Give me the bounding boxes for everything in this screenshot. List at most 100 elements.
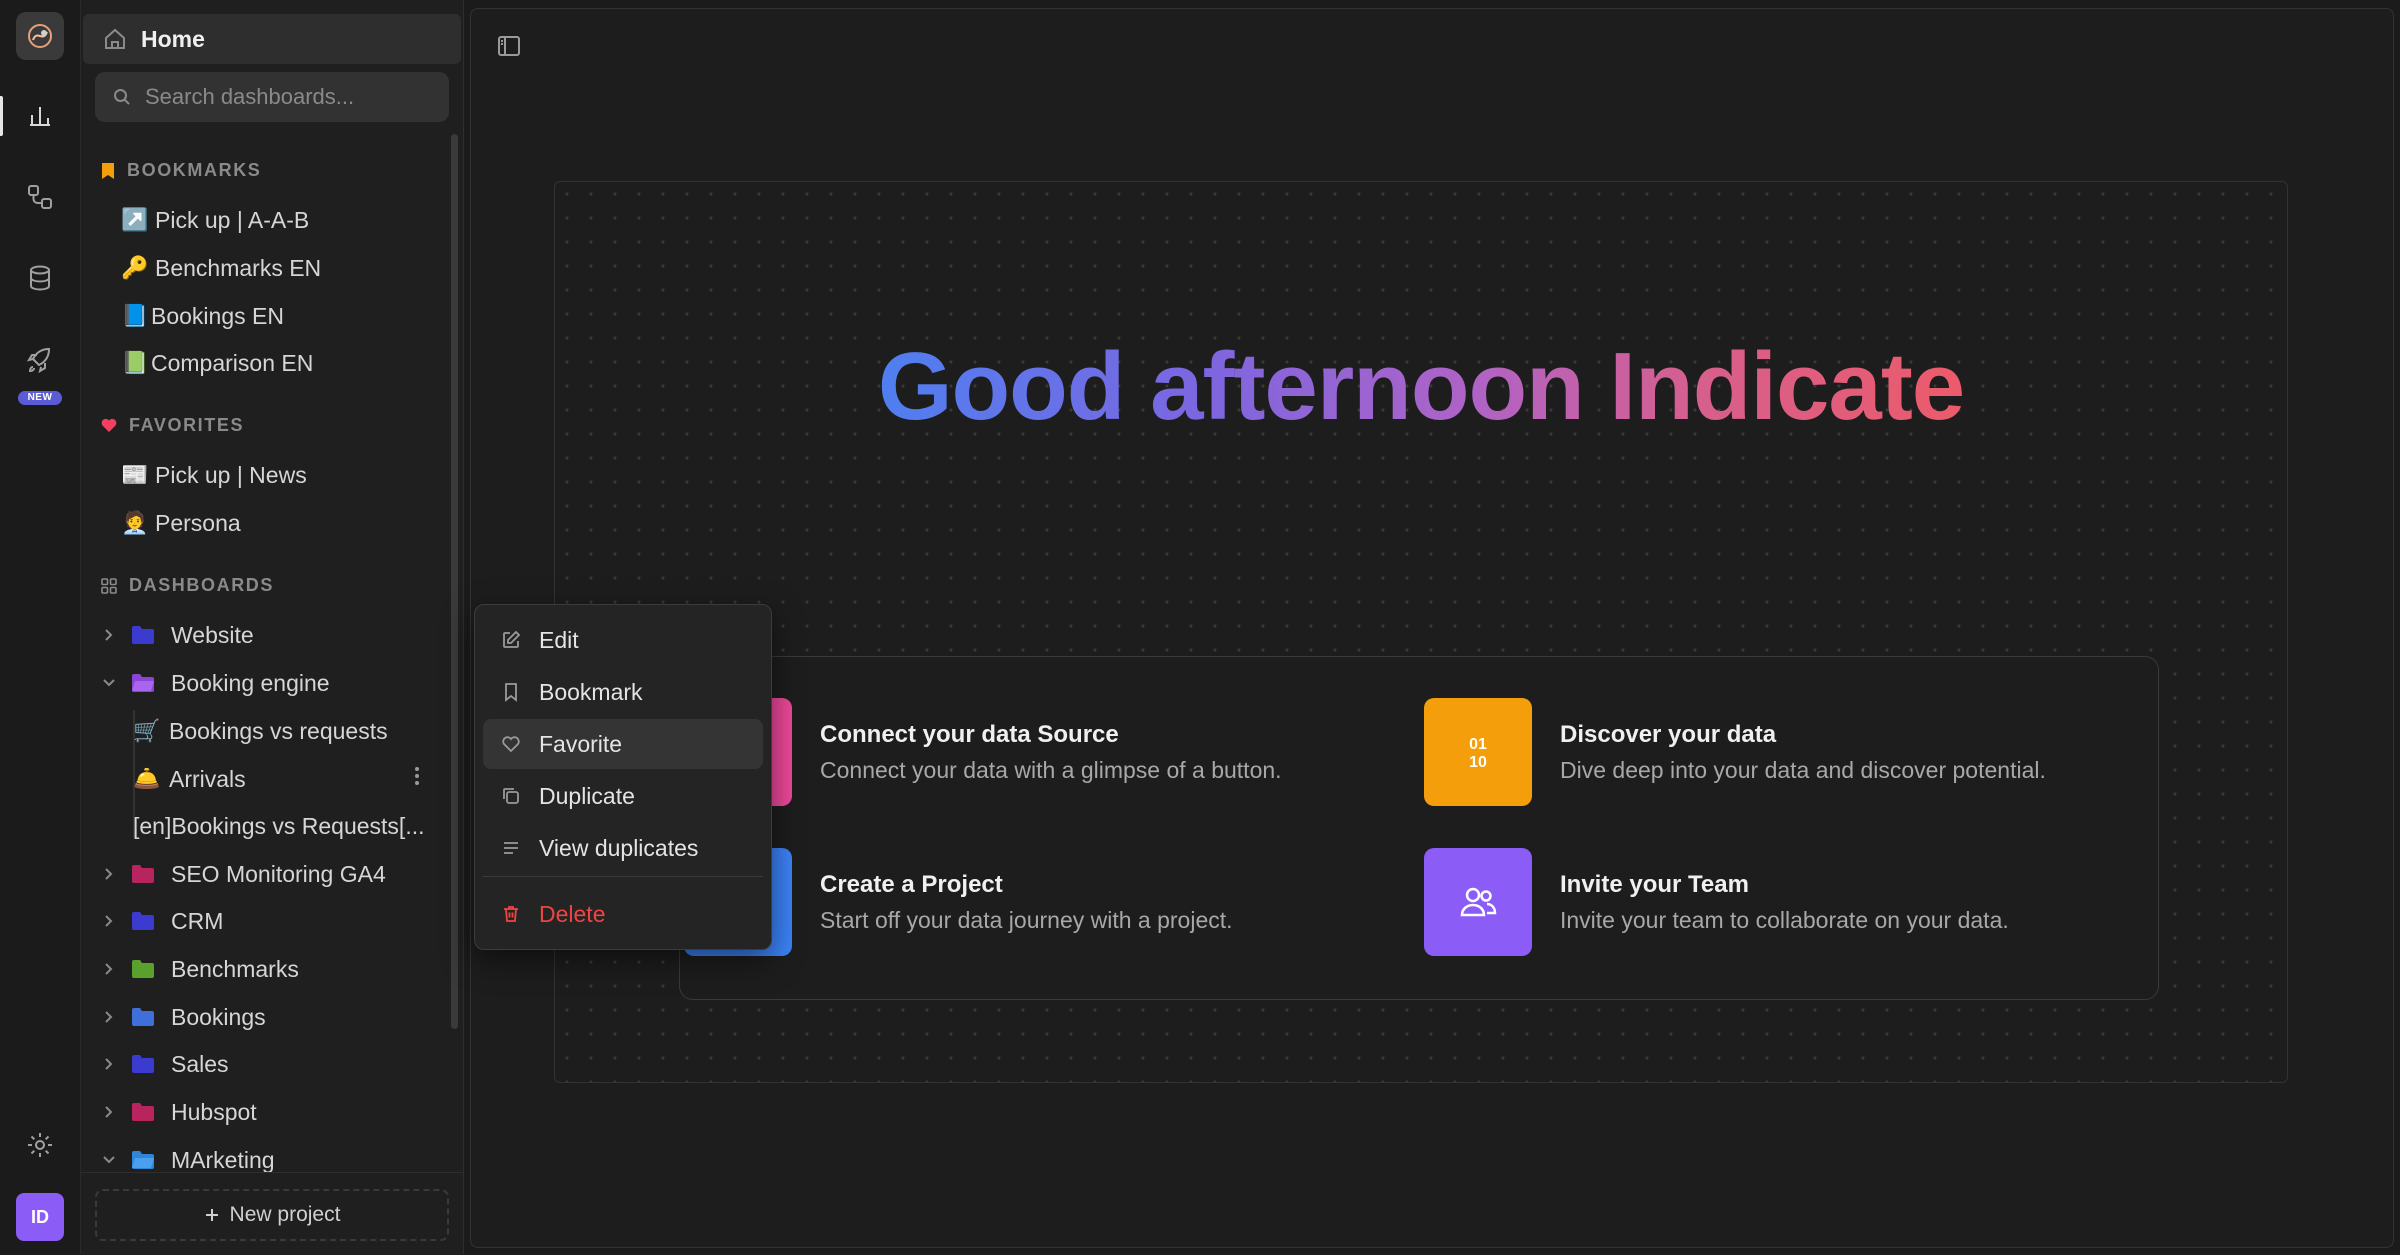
menu-item-duplicate[interactable]: Duplicate (483, 771, 763, 821)
search-icon (113, 88, 131, 106)
duplicate-icon (501, 786, 521, 806)
quick-actions: Connect your data Source Connect your da… (679, 656, 2159, 1000)
context-menu: Edit Bookmark Favorite Duplicate View du… (474, 604, 772, 950)
folder-icon (131, 1007, 155, 1027)
heart-icon (101, 418, 117, 433)
dashboard-item[interactable]: 🛒 Bookings vs requests (53, 711, 388, 751)
emoji-icon: 🛒 (133, 718, 161, 743)
folder-seo-monitoring[interactable]: SEO Monitoring GA4 (99, 854, 386, 894)
card-title: Connect your data Source (820, 720, 1119, 748)
card-title: Discover your data (1560, 720, 1777, 748)
folder-benchmarks[interactable]: Benchmarks (99, 949, 299, 989)
favorites-header: FAVORITES (101, 415, 244, 436)
bookmark-item[interactable]: 📘 Bookings EN (121, 296, 284, 336)
logo-icon[interactable] (16, 12, 64, 60)
sidebar: Home BOOKMARKS ↗️Pick up | A-A-B 🔑Benchm… (81, 0, 464, 1255)
sidebar-item-home[interactable]: Home (83, 14, 461, 64)
bookmark-icon (101, 162, 115, 180)
folder-bookings[interactable]: Bookings (99, 997, 266, 1037)
folder-open-icon (131, 1150, 155, 1170)
emoji-icon: 🔑 (121, 255, 149, 280)
card-description: Invite your team to collaborate on your … (1560, 906, 2009, 933)
menu-item-edit[interactable]: Edit (483, 615, 763, 665)
welcome-panel: Good afternoon Indicate Connect your dat… (554, 181, 2288, 1083)
plus-icon (204, 1207, 220, 1223)
favorite-item[interactable]: 📰 Pick up | News (121, 455, 307, 495)
search-input[interactable] (143, 83, 437, 111)
menu-item-favorite[interactable]: Favorite (483, 719, 763, 769)
card-title: Create a Project (820, 870, 1003, 898)
card-description: Start off your data journey with a proje… (820, 906, 1233, 933)
dashboard-item[interactable]: 🛎️ Arrivals (53, 759, 246, 799)
bookmark-item[interactable]: ↗️ Pick up | A-A-B (121, 200, 309, 240)
database-icon[interactable] (16, 254, 64, 302)
chevron-down-icon[interactable] (99, 678, 119, 688)
home-icon (103, 27, 127, 51)
card-title: Invite your Team (1560, 870, 1749, 898)
greeting-heading: Good afternoon Indicate (877, 333, 1965, 440)
folder-crm[interactable]: CRM (99, 901, 223, 941)
heart-icon (501, 734, 521, 754)
gear-icon[interactable] (16, 1121, 64, 1169)
more-options-icon[interactable] (414, 766, 420, 786)
folder-hubspot[interactable]: Hubspot (99, 1092, 257, 1132)
bookmark-icon (501, 682, 521, 702)
workflow-icon[interactable] (16, 173, 64, 221)
edit-icon (501, 630, 521, 650)
chevron-down-icon[interactable] (99, 1155, 119, 1165)
card-discover-data[interactable]: 01 10 Discover your data Dive deep into y… (1424, 697, 2046, 807)
bookmarks-header: BOOKMARKS (101, 160, 261, 181)
emoji-icon: 🧑‍💼 (121, 510, 149, 535)
menu-item-bookmark[interactable]: Bookmark (483, 667, 763, 717)
users-icon (1424, 848, 1532, 956)
emoji-icon: 📘 (121, 303, 149, 328)
folder-icon (131, 1054, 155, 1074)
bookmark-item[interactable]: 📗 Comparison EN (121, 343, 313, 383)
menu-item-view-duplicates[interactable]: View duplicates (483, 823, 763, 873)
rocket-icon[interactable] (16, 336, 64, 384)
sidebar-toggle-icon[interactable] (497, 35, 521, 57)
bookmark-item[interactable]: 🔑 Benchmarks EN (121, 248, 321, 288)
svg-text:01: 01 (1469, 736, 1487, 753)
dashboard-item[interactable]: [en]Bookings vs Requests[... (53, 806, 425, 846)
card-description: Dive deep into your data and discover po… (1560, 756, 2046, 783)
new-project-button[interactable]: New project (95, 1189, 449, 1241)
chevron-right-icon[interactable] (99, 1010, 119, 1024)
active-indicator (0, 96, 3, 136)
chevron-right-icon[interactable] (99, 962, 119, 976)
emoji-icon: 📗 (121, 350, 149, 375)
svg-text:10: 10 (1469, 754, 1487, 771)
emoji-icon: 📰 (121, 462, 149, 487)
folder-sales[interactable]: Sales (99, 1044, 229, 1084)
chevron-right-icon[interactable] (99, 1105, 119, 1119)
search-box[interactable] (95, 72, 449, 122)
dashboards-header: DASHBOARDS (101, 575, 274, 596)
folder-icon (131, 1102, 155, 1122)
sidebar-scrollbar[interactable] (451, 134, 458, 1029)
folder-icon (131, 625, 155, 645)
emoji-icon: 🛎️ (133, 766, 161, 791)
avatar[interactable]: ID (16, 1193, 64, 1241)
folder-website[interactable]: Website (99, 615, 254, 655)
emoji-icon: ↗️ (121, 207, 149, 232)
home-label: Home (141, 25, 205, 52)
folder-icon (131, 911, 155, 931)
card-invite-team[interactable]: Invite your Team Invite your team to col… (1424, 847, 2009, 957)
folder-icon (131, 959, 155, 979)
chevron-right-icon[interactable] (99, 914, 119, 928)
chevron-right-icon[interactable] (99, 628, 119, 642)
menu-item-delete[interactable]: Delete (483, 889, 763, 939)
folder-icon (131, 864, 155, 884)
chevron-right-icon[interactable] (99, 867, 119, 881)
card-description: Connect your data with a glimpse of a bu… (820, 756, 1282, 783)
chart-icon[interactable] (16, 91, 64, 139)
sidebar-footer: New project (81, 1172, 463, 1255)
grid-icon (101, 577, 117, 594)
chevron-right-icon[interactable] (99, 1057, 119, 1071)
card-connect-data[interactable]: Connect your data Source Connect your da… (684, 697, 1282, 807)
folder-booking-engine[interactable]: Booking engine (99, 663, 330, 703)
trash-icon (501, 904, 521, 924)
favorite-item[interactable]: 🧑‍💼 Persona (121, 503, 241, 543)
binary-icon: 01 10 (1424, 698, 1532, 806)
icon-rail: NEW ID (0, 0, 81, 1254)
